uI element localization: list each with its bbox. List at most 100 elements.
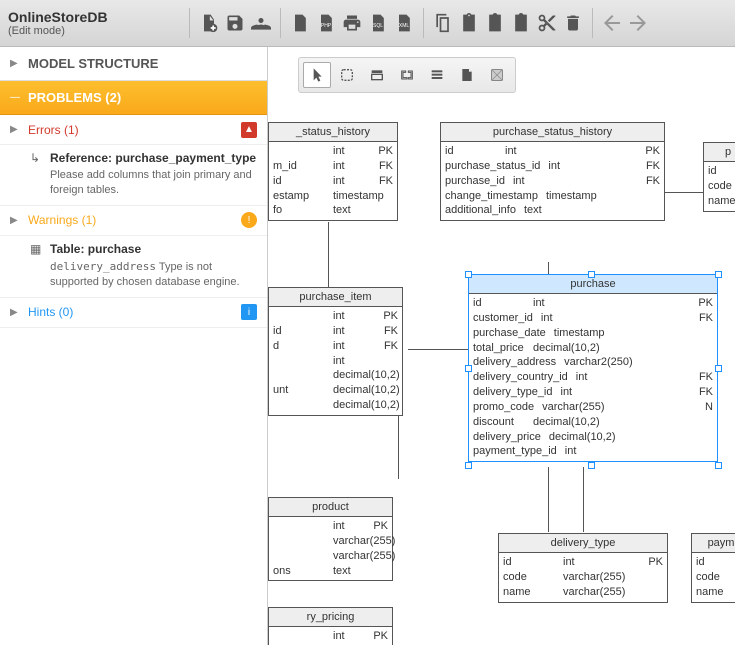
forward-icon[interactable]: [625, 10, 651, 36]
clipboard-2-icon[interactable]: [508, 10, 534, 36]
table-product[interactable]: productintPKvarchar(255)varchar(255)onst…: [268, 497, 393, 581]
table-column-row[interactable]: purchase_datetimestamp: [473, 326, 713, 341]
share-icon[interactable]: [248, 10, 274, 36]
grid-tool-icon[interactable]: [423, 62, 451, 88]
minus-icon: —: [10, 92, 20, 103]
table-purchase[interactable]: purchaseidintPKcustomer_idintFKpurchase_…: [468, 274, 718, 462]
table-column-row[interactable]: idintPK: [503, 555, 663, 570]
table-purchase-item[interactable]: purchase_itemintPKidintFKdintFKintdecima…: [268, 287, 403, 416]
table-column-row[interactable]: purchase_status_idintFK: [445, 159, 660, 174]
table-column-row[interactable]: delivery_type_idintFK: [473, 385, 713, 400]
warning-item[interactable]: ▦ Table: purchase delivery_address Type …: [0, 236, 267, 298]
info-badge-icon: i: [241, 304, 257, 320]
delete-icon[interactable]: [560, 10, 586, 36]
table-tool-icon[interactable]: [363, 62, 391, 88]
problems-header[interactable]: — PROBLEMS (2): [0, 81, 267, 115]
table-column-row[interactable]: purchase_idintFK: [445, 174, 660, 189]
select-tool-icon[interactable]: [333, 62, 361, 88]
table-column-row[interactable]: code: [708, 179, 735, 194]
table-column-row[interactable]: varchar(255): [273, 534, 388, 549]
resize-handle[interactable]: [465, 462, 472, 469]
sql-export-icon[interactable]: SQL: [365, 10, 391, 36]
table-column-row[interactable]: idintFK: [273, 174, 393, 189]
table-column-row[interactable]: fotext: [273, 203, 393, 218]
error-item[interactable]: ↳ Reference: purchase_payment_type Pleas…: [0, 145, 267, 206]
table-column-row[interactable]: idintPK: [445, 144, 660, 159]
problems-label: PROBLEMS (2): [28, 90, 121, 105]
resize-handle[interactable]: [715, 271, 722, 278]
new-file-icon[interactable]: [196, 10, 222, 36]
table-column-row[interactable]: estamptimestamp: [273, 189, 393, 204]
image-export-icon[interactable]: [287, 10, 313, 36]
back-icon[interactable]: [599, 10, 625, 36]
table-ry-pricing[interactable]: ry_pricingintPK: [268, 607, 393, 645]
table-column-row[interactable]: int: [273, 354, 398, 369]
table-title: purchase_item: [269, 288, 402, 307]
table-column-row[interactable]: delivery_addressvarchar2(250): [473, 355, 713, 370]
note-tool-icon[interactable]: [453, 62, 481, 88]
print-icon[interactable]: [339, 10, 365, 36]
hints-row[interactable]: ▶ Hints (0) i: [0, 298, 267, 328]
table-column-row[interactable]: idintFK: [273, 324, 398, 339]
canvas-toolbar: [298, 57, 516, 93]
table-column-row[interactable]: namevarcha: [696, 585, 735, 600]
table-column-row[interactable]: varchar(255): [273, 549, 388, 564]
table-status-history[interactable]: _status_historyintPKm_idintFKidintFKesta…: [268, 122, 398, 221]
table-column-row[interactable]: intPK: [273, 309, 398, 324]
table-column-row[interactable]: promo_codevarchar(255)N: [473, 400, 713, 415]
table-column-row[interactable]: delivery_country_idintFK: [473, 370, 713, 385]
xml-export-icon[interactable]: XML: [391, 10, 417, 36]
reference-icon: ↳: [30, 151, 44, 165]
table-column-row[interactable]: codevarchar(255): [503, 570, 663, 585]
table-column-row[interactable]: customer_idintFK: [473, 311, 713, 326]
connector: [548, 467, 549, 532]
php-export-icon[interactable]: PHP: [313, 10, 339, 36]
paste-icon[interactable]: [456, 10, 482, 36]
resize-handle[interactable]: [588, 271, 595, 278]
table-column-row[interactable]: untdecimal(10,2): [273, 383, 398, 398]
table-column-row[interactable]: codevarcha: [696, 570, 735, 585]
resize-handle[interactable]: [588, 462, 595, 469]
table-column-row[interactable]: intPK: [273, 519, 388, 534]
resize-handle[interactable]: [715, 462, 722, 469]
table-column-row[interactable]: namevarchar(255): [503, 585, 663, 600]
table-column-row[interactable]: onstext: [273, 564, 388, 579]
sidebar: ▶ MODEL STRUCTURE — PROBLEMS (2) ▶ Error…: [0, 47, 268, 645]
table-column-row[interactable]: m_idintFK: [273, 159, 393, 174]
table-column-row[interactable]: total_pricedecimal(10,2): [473, 341, 713, 356]
title-block: OnlineStoreDB (Edit mode): [8, 9, 183, 37]
table-column-row[interactable]: id: [708, 164, 735, 179]
table-column-row[interactable]: additional_infotext: [445, 203, 660, 218]
table-column-row[interactable]: payment_type_idint: [473, 444, 713, 459]
table-column-row[interactable]: idint: [696, 555, 735, 570]
table-payment-type[interactable]: payment_tyidintcodevarchanamevarcha: [691, 533, 735, 603]
clipboard-icon[interactable]: [482, 10, 508, 36]
table-delivery-type[interactable]: delivery_typeidintPKcodevarchar(255)name…: [498, 533, 668, 603]
table-column-row[interactable]: discountdecimal(10,2): [473, 415, 713, 430]
warnings-row[interactable]: ▶ Warnings (1) !: [0, 206, 267, 236]
table-column-row[interactable]: intPK: [273, 144, 393, 159]
copy-icon[interactable]: [430, 10, 456, 36]
save-icon[interactable]: [222, 10, 248, 36]
errors-row[interactable]: ▶ Errors (1) ▲: [0, 115, 267, 145]
model-structure-header[interactable]: ▶ MODEL STRUCTURE: [0, 47, 267, 81]
diagram-canvas[interactable]: _status_historyintPKm_idintFKidintFKesta…: [268, 47, 735, 645]
table-column-row[interactable]: decimal(10,2): [273, 398, 398, 413]
table-purchase-status-history[interactable]: purchase_status_historyidintPKpurchase_s…: [440, 122, 665, 221]
area-tool-icon[interactable]: [483, 62, 511, 88]
pointer-tool-icon[interactable]: [303, 62, 331, 88]
table-column-row[interactable]: name: [708, 194, 735, 209]
table-p-right[interactable]: pidcodename: [703, 142, 735, 212]
table-column-row[interactable]: intPK: [273, 629, 388, 644]
resize-handle[interactable]: [715, 365, 722, 372]
relation-tool-icon[interactable]: [393, 62, 421, 88]
table-column-row[interactable]: decimal(10,2): [273, 368, 398, 383]
table-column-row[interactable]: dintFK: [273, 339, 398, 354]
table-column-row[interactable]: delivery_pricedecimal(10,2): [473, 430, 713, 445]
table-column-row[interactable]: change_timestamptimestamp: [445, 189, 660, 204]
cut-icon[interactable]: [534, 10, 560, 36]
main-area: ▶ MODEL STRUCTURE — PROBLEMS (2) ▶ Error…: [0, 47, 735, 645]
resize-handle[interactable]: [465, 365, 472, 372]
resize-handle[interactable]: [465, 271, 472, 278]
table-column-row[interactable]: idintPK: [473, 296, 713, 311]
